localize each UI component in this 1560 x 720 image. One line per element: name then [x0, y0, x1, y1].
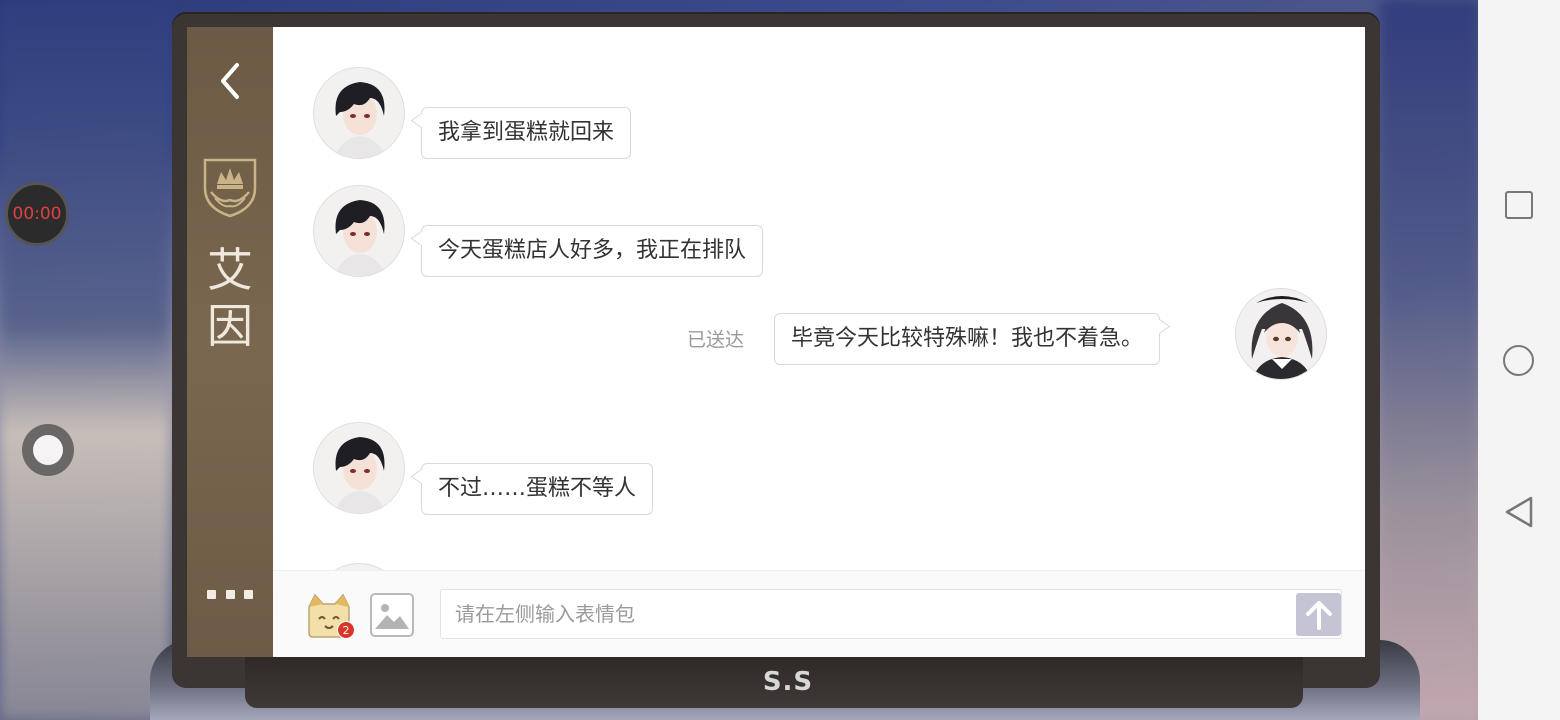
delivery-status: 已送达	[687, 329, 745, 351]
crown-crest-icon	[199, 154, 261, 218]
recents-button[interactable]	[1505, 191, 1533, 219]
message-bubble[interactable]: 不过……蛋糕不等人	[421, 463, 654, 515]
message-input-bar: 2	[273, 570, 1365, 657]
image-icon	[375, 604, 409, 629]
message-bubble[interactable]: 毕竟今天比较特殊嘛！我也不着急。	[774, 313, 1161, 365]
back-button[interactable]	[215, 59, 245, 103]
home-button[interactable]	[1503, 345, 1534, 376]
sticker-count-badge: 2	[337, 621, 355, 639]
send-button[interactable]	[1296, 593, 1341, 636]
chat-sidebar: 艾因	[187, 27, 273, 657]
more-options-button[interactable]	[207, 584, 253, 604]
message-input[interactable]	[440, 589, 1342, 639]
record-timer-text: 00:00	[12, 204, 62, 224]
contact-name: 艾因	[207, 243, 253, 353]
triangle-back-icon	[1505, 496, 1533, 528]
system-navigation-bar	[1478, 0, 1560, 720]
image-button[interactable]	[370, 593, 414, 637]
message-bubble[interactable]: 我拿到蛋糕就回来	[421, 107, 632, 159]
contact-avatar[interactable]	[313, 67, 405, 159]
floating-dot-inner	[33, 435, 63, 465]
system-back-button[interactable]	[1503, 496, 1535, 528]
more-dots-icon	[207, 589, 216, 599]
chevron-left-icon	[221, 63, 239, 99]
chat-message-area[interactable]: 我拿到蛋糕就回来 今天蛋糕店人好多，我正在排队 已送达 毕竟今天比较特殊嘛！我也…	[273, 27, 1365, 657]
record-timer[interactable]: 00:00	[5, 182, 69, 246]
contact-avatar[interactable]	[313, 185, 405, 277]
contact-avatar[interactable]	[313, 422, 405, 514]
arrow-up-icon	[1305, 600, 1332, 630]
brand-logo: S.S	[762, 667, 814, 697]
my-avatar[interactable]	[1235, 288, 1327, 380]
floating-assistive-button[interactable]	[22, 424, 74, 476]
message-bubble[interactable]: 今天蛋糕店人好多，我正在排队	[421, 225, 764, 277]
